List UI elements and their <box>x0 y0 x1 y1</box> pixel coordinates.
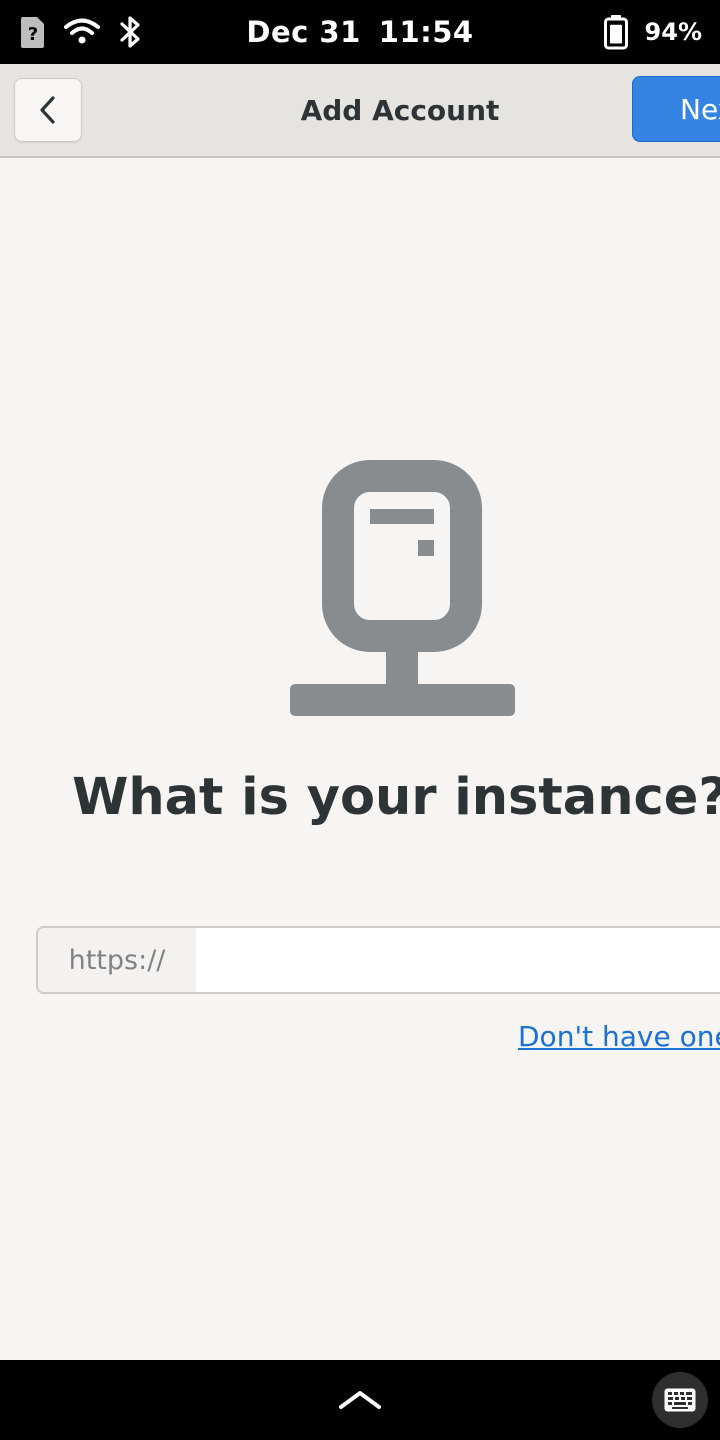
battery-level-fill <box>610 24 622 44</box>
status-time: 11:54 <box>378 15 474 49</box>
page-title: Add Account <box>300 93 500 127</box>
keyboard-toggle-button[interactable] <box>652 1372 708 1428</box>
next-button[interactable]: Next <box>632 76 720 142</box>
url-prefix-label: https:// <box>36 926 198 994</box>
main-content: What is your instance? https:// Don't ha… <box>0 158 720 1360</box>
bottom-bar <box>0 1360 720 1440</box>
server-icon <box>290 460 515 716</box>
status-bar: ? Dec 31 11:54 94% <box>0 0 720 64</box>
instance-url-input[interactable] <box>196 926 720 994</box>
header-bar: Add Account <box>0 64 720 158</box>
status-date: Dec 31 <box>246 15 361 49</box>
instance-url-field: https:// <box>36 926 720 994</box>
instance-heading: What is your instance? <box>72 768 720 827</box>
chevron-up-icon[interactable] <box>330 1376 390 1422</box>
battery-percent: 94% <box>644 18 702 46</box>
battery-icon <box>602 0 630 64</box>
signup-link[interactable]: Don't have one yet? <box>518 1020 720 1053</box>
keyboard-icon <box>664 1388 696 1412</box>
